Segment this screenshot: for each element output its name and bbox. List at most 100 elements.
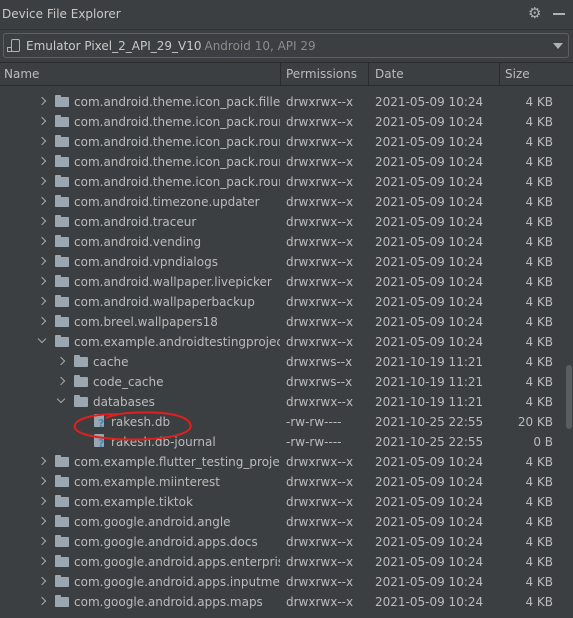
file-name: com.breel.wallpapers18 (74, 315, 218, 329)
chevron-down-icon[interactable] (553, 43, 563, 49)
chevron-right-icon[interactable] (37, 256, 47, 266)
tree-folder-row[interactable]: com.example.androidtestingproject drwxrwx… (0, 332, 565, 352)
file-date: 2021-05-09 10:24 (375, 175, 484, 189)
gear-icon[interactable]: ⚙ (528, 5, 544, 21)
chevron-right-icon[interactable] (37, 96, 47, 106)
chevron-right-icon[interactable] (37, 536, 47, 546)
tree-folder-row[interactable]: com.google.android.apps.enterprise.dmage… (0, 552, 565, 572)
chevron-right-icon[interactable] (37, 456, 47, 466)
tree-folder-row[interactable]: com.google.android.apps.docs drwxrwx--x 20… (0, 532, 565, 552)
file-permissions: drwxrwx--x (286, 495, 354, 509)
tree-folder-row[interactable]: com.example.flutter_testing_project drwxr… (0, 452, 565, 472)
file-date: 2021-10-19 11:21 (375, 375, 484, 389)
chevron-right-icon[interactable] (37, 216, 47, 226)
file-permissions: drwxrwx--x (286, 155, 354, 169)
tree-folder-row[interactable]: com.android.timezone.updater drwxrwx--x 20… (0, 192, 565, 212)
column-header-size[interactable]: Size (505, 67, 530, 81)
chevron-right-icon[interactable] (56, 376, 66, 386)
scrollbar-track[interactable] (565, 86, 573, 618)
chevron-down-icon[interactable] (37, 334, 47, 344)
minimize-icon[interactable] (553, 13, 565, 15)
tree-folder-row[interactable]: cache drwxrws--x 2021-10-19 11:21 4 KB (0, 352, 565, 372)
file-permissions: drwxrwx--x (286, 595, 354, 609)
file-tree[interactable]: com.android.theme.icon_pack.filled.theme… (0, 86, 573, 618)
tree-folder-row[interactable]: com.android.theme.icon_pack.rounded.syst… (0, 172, 565, 192)
chevron-right-icon[interactable] (37, 476, 47, 486)
chevron-right-icon[interactable] (37, 496, 47, 506)
column-header-permissions[interactable]: Permissions (286, 67, 357, 81)
column-header-name[interactable]: Name (4, 67, 39, 81)
tree-folder-row[interactable]: com.android.theme.icon_pack.rounded.laun… (0, 132, 565, 152)
chevron-right-icon[interactable] (37, 316, 47, 326)
chevron-right-icon[interactable] (37, 176, 47, 186)
file-name: rakesh.db-journal (111, 435, 216, 449)
file-size: 4 KB (525, 275, 553, 289)
file-permissions: drwxrwx--x (286, 335, 354, 349)
folder-icon (74, 355, 88, 367)
chevron-right-icon[interactable] (37, 296, 47, 306)
chevron-right-icon[interactable] (37, 576, 47, 586)
tree-folder-row[interactable]: com.android.theme.icon_pack.rounded.andr… (0, 112, 565, 132)
chevron-right-icon[interactable] (37, 236, 47, 246)
file-date: 2021-05-09 10:24 (375, 135, 484, 149)
tree-folder-row[interactable]: com.example.miinterest drwxrwx--x 2021-05-… (0, 472, 565, 492)
file-size: 0 B (533, 435, 553, 449)
chevron-down-icon[interactable] (56, 394, 66, 404)
folder-icon (55, 235, 69, 247)
chevron-right-icon[interactable] (56, 356, 66, 366)
tree-folder-row[interactable]: com.google.android.apps.maps drwxrwx--x 20… (0, 592, 565, 612)
file-size: 4 KB (525, 355, 553, 369)
file-permissions: -rw-rw---- (286, 415, 342, 429)
folder-icon (55, 195, 69, 207)
file-size: 4 KB (525, 155, 553, 169)
tree-folder-row[interactable]: com.android.vending drwxrwx--x 2021-05-09 … (0, 232, 565, 252)
tree-folder-row[interactable]: com.google.android.angle drwxrwx--x 2021-0… (0, 512, 565, 532)
file-size: 4 KB (525, 555, 553, 569)
tree-folder-row[interactable]: com.breel.wallpapers18 drwxrwx--x 2021-05-… (0, 312, 565, 332)
folder-icon (55, 575, 69, 587)
file-size: 4 KB (525, 235, 553, 249)
tree-folder-row[interactable]: com.android.theme.icon_pack.filled.theme… (0, 92, 565, 112)
column-divider[interactable] (368, 63, 369, 85)
tree-file-row[interactable]: ? rakesh.db-journal -rw-rw---- 2021-10-25 2… (0, 432, 565, 452)
chevron-right-icon[interactable] (37, 196, 47, 206)
file-size: 4 KB (525, 175, 553, 189)
tree-folder-row[interactable]: com.google.android.apps.inputmethod.hind… (0, 572, 565, 592)
column-header-date[interactable]: Date (375, 67, 404, 81)
table-header: Name Permissions Date Size (0, 63, 573, 86)
file-date: 2021-05-09 10:24 (375, 335, 484, 349)
column-divider[interactable] (280, 63, 281, 85)
scrollbar-thumb[interactable] (566, 365, 572, 429)
file-name: com.example.tiktok (74, 495, 193, 509)
chevron-right-icon[interactable] (37, 276, 47, 286)
chevron-right-icon[interactable] (37, 116, 47, 126)
file-date: 2021-05-09 10:24 (375, 535, 484, 549)
file-name: rakesh.db (111, 415, 171, 429)
tree-folder-row[interactable]: com.android.theme.icon_pack.rounded.sett… (0, 152, 565, 172)
chevron-right-icon[interactable] (37, 516, 47, 526)
tool-window-title: Device File Explorer (2, 7, 121, 21)
file-size: 4 KB (525, 535, 553, 549)
chevron-right-icon[interactable] (37, 136, 47, 146)
folder-icon (55, 255, 69, 267)
tree-folder-row[interactable]: com.example.tiktok drwxrwx--x 2021-05-09 1… (0, 492, 565, 512)
chevron-right-icon[interactable] (37, 556, 47, 566)
chevron-right-icon[interactable] (37, 156, 47, 166)
folder-icon (55, 535, 69, 547)
chevron-right-icon[interactable] (37, 596, 47, 606)
column-divider[interactable] (499, 63, 500, 85)
folder-icon (55, 135, 69, 147)
file-permissions: drwxrwx--x (286, 135, 354, 149)
tree-folder-row[interactable]: code_cache drwxrws--x 2021-10-19 11:21 4 KB (0, 372, 565, 392)
tree-folder-row[interactable]: databases drwxrwx--x 2021-10-19 11:21 4 KB (0, 392, 565, 412)
tree-folder-row[interactable]: com.android.traceur drwxrwx--x 2021-05-09 … (0, 212, 565, 232)
file-size: 4 KB (525, 495, 553, 509)
file-name: com.google.android.angle (74, 515, 231, 529)
file-permissions: drwxrwx--x (286, 175, 354, 189)
tree-folder-row[interactable]: com.android.wallpaper.livepicker drwxrwx-… (0, 272, 565, 292)
tree-folder-row[interactable]: com.android.wallpaperbackup drwxrwx--x 202… (0, 292, 565, 312)
tree-file-row[interactable]: ? rakesh.db -rw-rw---- 2021-10-25 22:55 20 K… (0, 412, 565, 432)
file-permissions: drwxrwx--x (286, 95, 354, 109)
tree-folder-row[interactable]: com.android.vpndialogs drwxrwx--x 2021-05-… (0, 252, 565, 272)
device-dropdown[interactable]: Emulator Pixel_2_API_29_V10 Android 10, A… (3, 33, 569, 58)
